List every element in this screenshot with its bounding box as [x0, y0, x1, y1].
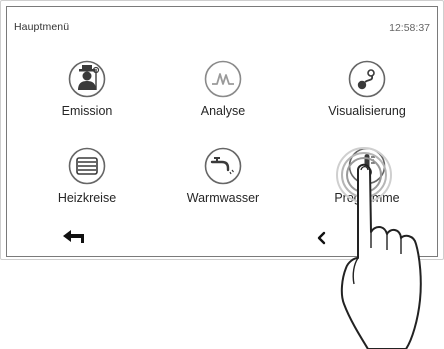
menu-tile-analyse[interactable]: Analyse: [168, 60, 278, 136]
page-title: Hauptmenü: [14, 21, 70, 33]
menu-label-visualisierung: Visualisierung: [328, 104, 406, 118]
pointing-hand-icon: [340, 163, 422, 349]
header-bar: Hauptmenü 12:58:37: [7, 7, 437, 43]
menu-label-emission: Emission: [61, 104, 113, 118]
radiator-icon: [68, 147, 106, 185]
menu-tile-heizkreise[interactable]: Heizkreise: [32, 147, 142, 223]
clock: 12:58:37: [389, 22, 430, 34]
back-button[interactable]: [59, 227, 89, 247]
back-arrow-icon: [63, 230, 84, 243]
chimney-sweep-icon: [68, 60, 106, 98]
menu-label-warmwasser: Warmwasser: [186, 191, 260, 205]
faucet-icon: [204, 147, 242, 185]
analysis-wave-icon: [204, 60, 242, 98]
touch-hand-overlay: [336, 147, 422, 349]
menu-tile-visualisierung[interactable]: Visualisierung: [312, 60, 422, 136]
menu-label-analyse: Analyse: [200, 104, 246, 118]
menu-label-heizkreise: Heizkreise: [57, 191, 117, 205]
menu-tile-emission[interactable]: Emission: [32, 60, 142, 136]
visualization-icon: [348, 60, 386, 98]
menu-tile-warmwasser[interactable]: Warmwasser: [168, 147, 278, 223]
device-display: Hauptmenü 12:58:37 Emission Analyse Visu…: [0, 0, 444, 349]
